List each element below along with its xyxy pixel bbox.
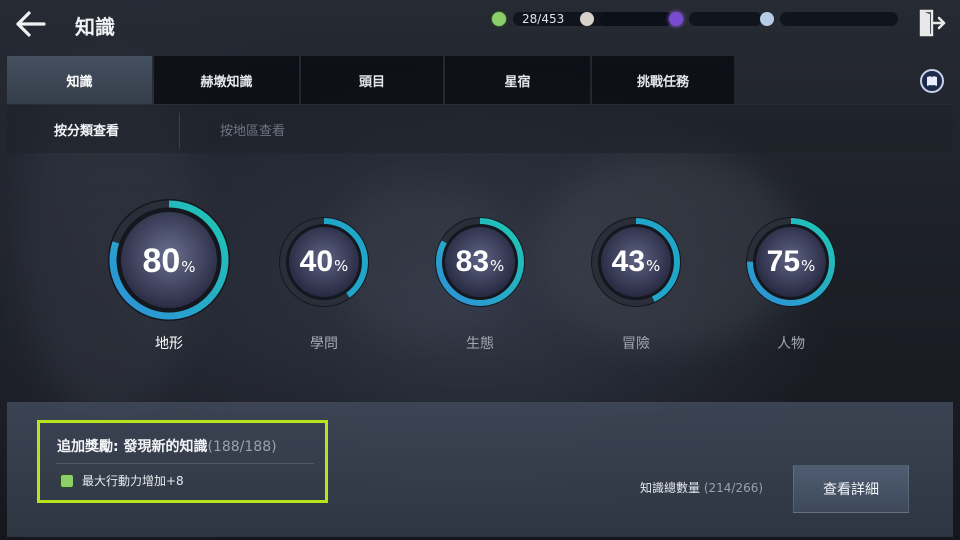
subtab-by-region[interactable]: 按地區查看 [220,120,285,139]
back-button[interactable] [14,8,50,40]
people-percent-value: 75 [766,245,801,278]
bonus-count: (188/188) [207,439,277,455]
blue-silver-icon [760,12,774,26]
subtab-divider [179,113,180,149]
category-label-learning: 學問 [310,336,338,352]
category-label-ecology: 生態 [466,336,494,352]
action-power-icon [60,473,74,488]
bonus-reward: 最大行動力增加+8 [60,472,184,489]
category-label-terrain: 地形 [155,336,183,352]
tab-knowledge[interactable]: 知識 [7,56,152,104]
tab-constellation[interactable]: 星宿 [445,56,590,104]
ecology-percent-unit: % [490,257,505,275]
ecology-percent-value: 83 [455,245,490,278]
blue-silver-bar [780,12,898,26]
knowledge-total: 知識總數量 (214/266) [640,479,763,496]
currency-silver[interactable] [580,11,672,27]
currency-purple-gem[interactable] [669,11,762,27]
currency-blue-silver[interactable] [760,11,898,27]
terrain-percent: 80% [104,241,234,281]
category-people[interactable]: 75% [744,215,838,309]
adventure-percent: 43% [589,244,683,279]
category-label-people: 人物 [777,336,805,352]
learning-percent-unit: % [334,257,349,275]
help-book-icon [927,76,937,86]
tab-hedun-knowledge[interactable]: 赫墩知識 [154,56,299,104]
purple-gem-icon [669,12,683,26]
knowledge-total-label: 知識總數量 [640,481,701,495]
bonus-title: 追加獎勵: 發現新的知識(188/188) [57,436,277,456]
top-bar: 知識 28/453 [0,0,960,50]
bonus-reward-text: 最大行動力增加+8 [82,474,184,488]
bonus-title-text: 追加獎勵: 發現新的知識 [57,439,208,455]
category-ecology[interactable]: 83% [433,215,527,309]
category-learning[interactable]: 40% [277,215,371,309]
tab-challenge-quest[interactable]: 挑戰任務 [592,56,734,104]
bonus-panel: 追加獎勵: 發現新的知識(188/188) 最大行動力增加+8 知識總數量 (2… [7,402,953,537]
bonus-divider [56,463,314,464]
exit-button[interactable] [918,8,946,38]
knowledge-total-count: (214/266) [703,481,764,495]
action-power-value: 28/453 [522,12,565,26]
exit-door-icon [919,9,946,37]
back-arrow-icon [16,11,46,37]
ecology-percent: 83% [433,244,527,279]
help-button[interactable] [920,69,944,93]
learning-percent-value: 40 [299,245,334,278]
bonus-highlight-box: 追加獎勵: 發現新的知識(188/188) 最大行動力增加+8 [37,420,328,503]
silver-bar [600,12,672,26]
sub-tabs: 按分類查看 按地區查看 [7,104,953,153]
adventure-percent-value: 43 [611,245,646,278]
main-tabs: 知識 赫墩知識 頭目 星宿 挑戰任務 [7,56,736,104]
action-power-icon [491,11,507,27]
purple-gem-bar [689,12,762,26]
people-percent-unit: % [801,257,816,275]
terrain-percent-unit: % [181,258,196,276]
silver-coin-icon [580,12,594,26]
category-adventure[interactable]: 43% [589,215,683,309]
subtab-by-category[interactable]: 按分類查看 [54,120,119,139]
page-title: 知識 [75,15,115,39]
view-details-button[interactable]: 查看詳細 [793,465,909,513]
category-label-adventure: 冒險 [622,336,650,352]
adventure-percent-unit: % [646,257,661,275]
learning-percent: 40% [277,244,371,279]
people-percent: 75% [744,244,838,279]
tab-boss[interactable]: 頭目 [301,56,443,104]
category-terrain[interactable]: 80% [104,195,234,325]
terrain-percent-value: 80 [142,242,181,280]
